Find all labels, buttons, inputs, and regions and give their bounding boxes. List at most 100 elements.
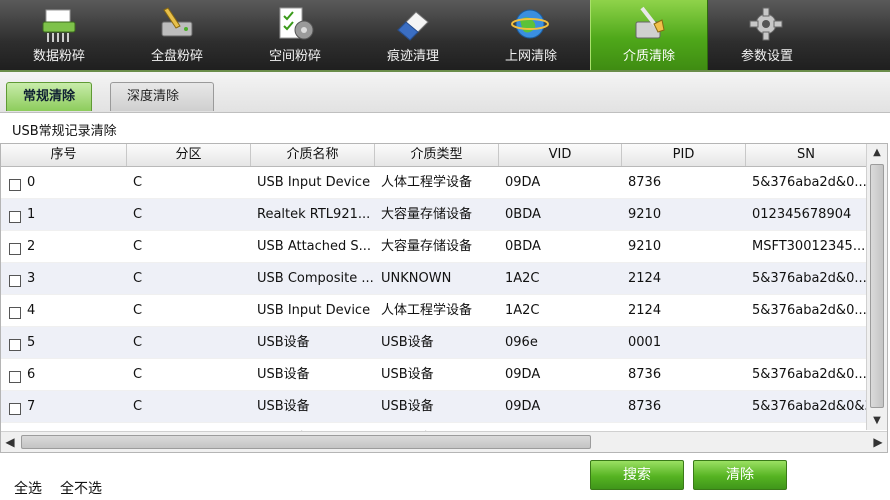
row-checkbox[interactable]: [9, 370, 21, 383]
row-checkbox[interactable]: [9, 338, 21, 351]
cell-media-name: USB设备: [257, 399, 310, 414]
table-body: 0 C USB Input Device 人体工程学设备 09DA 8736 5&376ab…: [1, 167, 867, 452]
cell-partition: C: [133, 303, 143, 318]
scroll-right-icon[interactable]: ▶: [869, 432, 887, 452]
select-all-link[interactable]: 全选: [14, 478, 42, 498]
cell-partition: C: [133, 207, 143, 222]
toolbar-button-label: 数据粉碎: [32, 49, 85, 64]
cell-sn: [746, 327, 867, 358]
tab-strip: 常规清除 深度清除: [0, 72, 890, 113]
globe-icon: [510, 4, 552, 44]
cell-vid: 09DA: [505, 399, 541, 414]
horizontal-scroll-thumb[interactable]: [21, 435, 591, 449]
horizontal-scrollbar[interactable]: ◀ ▶: [1, 431, 887, 452]
vertical-scrollbar[interactable]: ▲ ▼: [866, 144, 887, 430]
column-header-index[interactable]: 序号: [1, 144, 127, 166]
table-row[interactable]: 7 C USB设备 USB设备 09DA 8736 5&376aba2d&0&3: [1, 391, 867, 423]
cell-media-type: 人体工程学设备: [381, 175, 473, 190]
disk-shred-icon: [156, 4, 198, 44]
cell-vid: 0BDA: [505, 239, 541, 254]
tab-deep-clear[interactable]: 深度清除: [110, 82, 214, 111]
column-header-sn[interactable]: SN: [746, 144, 867, 166]
cell-media-name: USB Attached S...: [257, 239, 372, 254]
scroll-down-icon[interactable]: ▼: [867, 412, 887, 430]
toolbar-button-4[interactable]: 上网清除: [472, 0, 590, 70]
table-row[interactable]: 5 C USB设备 USB设备 096e 0001: [1, 327, 867, 359]
toolbar-button-label: 上网清除: [504, 49, 557, 64]
column-header-media-type[interactable]: 介质类型: [375, 144, 499, 166]
table-row[interactable]: 3 C USB Composite ... UNKNOWN 1A2C 2124 5&376a…: [1, 263, 867, 295]
row-index: 2: [27, 239, 36, 254]
cell-pid: 2124: [628, 303, 662, 318]
cell-partition: C: [133, 367, 143, 382]
toolbar-button-label: 空间粉碎: [268, 49, 321, 64]
toolbar-button-label: 全盘粉碎: [150, 49, 203, 64]
select-none-link[interactable]: 全不选: [60, 478, 102, 498]
toolbar-button-6[interactable]: 参数设置: [708, 0, 826, 70]
space-shred-icon: [274, 4, 316, 44]
cell-vid: 1A2C: [505, 303, 540, 318]
row-checkbox[interactable]: [9, 274, 21, 287]
table-row[interactable]: 6 C USB设备 USB设备 09DA 8736 5&376aba2d&0...: [1, 359, 867, 391]
cell-index: 3: [1, 263, 127, 294]
row-checkbox[interactable]: [9, 242, 21, 255]
cell-sn: 5&376aba2d&0...: [752, 271, 867, 286]
table-row[interactable]: 2 C USB Attached S... 大容量存储设备 0BDA 9210 MSFT30…: [1, 231, 867, 263]
cell-partition: C: [133, 271, 143, 286]
cell-vid: 1A2C: [505, 271, 540, 286]
cell-index: 5: [1, 327, 127, 358]
table-header: 序号 分区 介质名称 介质类型 VID PID SN: [1, 144, 867, 167]
cell-index: 4: [1, 295, 127, 326]
gear-icon: [746, 4, 788, 44]
toolbar-button-0[interactable]: 数据粉碎: [0, 0, 118, 70]
usb-records-table: 序号 分区 介质名称 介质类型 VID PID SN 0 C USB Input D…: [0, 143, 888, 453]
cell-index: 0: [1, 167, 127, 198]
toolbar-button-label: 参数设置: [740, 49, 793, 64]
toolbar-button-3[interactable]: 痕迹清理: [354, 0, 472, 70]
row-checkbox[interactable]: [9, 178, 21, 191]
cell-media-name: USB设备: [257, 335, 310, 350]
cell-media-type: 大容量存储设备: [381, 207, 473, 222]
cell-media-type: 大容量存储设备: [381, 239, 473, 254]
row-checkbox[interactable]: [9, 210, 21, 223]
cell-media-type: USB设备: [381, 335, 434, 350]
cell-partition: C: [133, 399, 143, 414]
cell-pid: 2124: [628, 271, 662, 286]
scroll-left-icon[interactable]: ◀: [1, 432, 19, 452]
toolbar-button-1[interactable]: 全盘粉碎: [118, 0, 236, 70]
tab-regular-clear[interactable]: 常规清除: [6, 82, 93, 111]
row-checkbox[interactable]: [9, 306, 21, 319]
toolbar-button-label: 痕迹清理: [386, 49, 439, 64]
cell-partition: C: [133, 175, 143, 190]
cell-media-name: USB Input Device: [257, 175, 371, 190]
row-index: 4: [27, 303, 36, 318]
cell-partition: C: [133, 335, 143, 350]
column-header-vid[interactable]: VID: [499, 144, 622, 166]
table-row[interactable]: 1 C Realtek RTL921... 大容量存储设备 0BDA 9210 012345…: [1, 199, 867, 231]
row-index: 0: [27, 175, 36, 190]
row-index: 1: [27, 207, 36, 222]
toolbar-button-5[interactable]: 介质清除: [590, 0, 708, 70]
row-index: 7: [27, 399, 36, 414]
cell-media-name: USB Input Device: [257, 303, 371, 318]
column-header-partition[interactable]: 分区: [127, 144, 251, 166]
media-brush-icon: [628, 4, 670, 44]
clear-button[interactable]: 清除: [693, 460, 787, 490]
cell-sn: 5&376aba2d&0...: [752, 303, 867, 318]
toolbar-button-2[interactable]: 空间粉碎: [236, 0, 354, 70]
cell-partition: C: [133, 239, 143, 254]
row-checkbox[interactable]: [9, 402, 21, 415]
scroll-up-icon[interactable]: ▲: [867, 144, 887, 162]
table-row[interactable]: 0 C USB Input Device 人体工程学设备 09DA 8736 5&376ab…: [1, 167, 867, 199]
cell-media-name: USB设备: [257, 367, 310, 382]
cell-vid: 09DA: [505, 175, 541, 190]
section-title: USB常规记录清除: [12, 124, 117, 139]
cell-pid: 9210: [628, 239, 662, 254]
column-header-pid[interactable]: PID: [622, 144, 746, 166]
shredder-icon: [38, 4, 80, 44]
search-button[interactable]: 搜索: [590, 460, 684, 490]
vertical-scroll-thumb[interactable]: [870, 164, 884, 408]
column-header-media-name[interactable]: 介质名称: [251, 144, 375, 166]
table-row[interactable]: 4 C USB Input Device 人体工程学设备 1A2C 2124 5&376ab…: [1, 295, 867, 327]
eraser-icon: [392, 4, 434, 44]
